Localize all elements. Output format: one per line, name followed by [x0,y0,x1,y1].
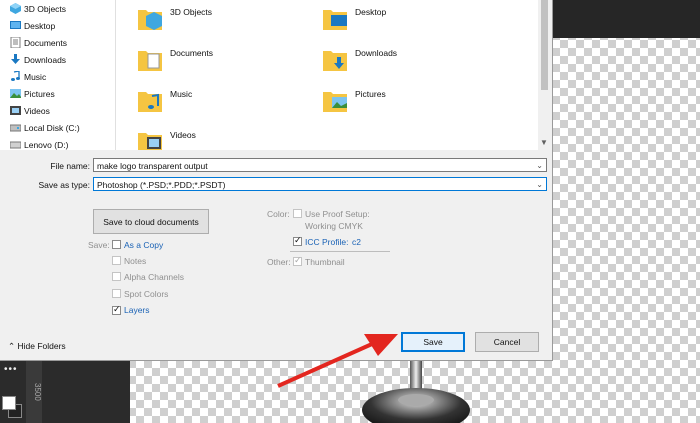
chevron-down-icon[interactable]: ⌄ [536,159,543,173]
pictures-folder-icon [323,92,347,112]
notes-checkbox[interactable] [112,256,121,265]
file-item-label: Pictures [355,89,386,99]
nav-item-lenovo-drive[interactable]: Lenovo (D:) [0,136,115,150]
file-item-label: Desktop [355,7,387,17]
save-as-dialog: 3D Objects Desktop Documents Downloads M… [0,0,553,361]
file-item-label: Downloads [355,48,398,58]
3d-objects-icon [10,3,21,14]
hide-folders-label: Hide Folders [17,341,66,351]
file-item-downloads[interactable]: Downloads [301,41,481,77]
file-item-label: Music [170,89,193,99]
desktop-icon [10,21,21,29]
icc-profile-checkbox[interactable] [293,235,302,246]
use-proof-setup-checkbox[interactable] [293,209,302,218]
file-name-label: File name: [50,161,90,171]
nav-item-documents[interactable]: Documents [0,34,115,51]
nav-item-local-disk[interactable]: Local Disk (C:) [0,119,115,136]
save-options-label: Save: [88,240,110,250]
nav-item-label: Desktop [24,20,56,31]
local-disk-icon [10,124,21,132]
3d-objects-folder-icon [138,10,162,30]
scroll-down-icon[interactable]: ▼ [540,138,548,147]
notes-label: Notes [124,256,147,266]
drive-icon [10,141,21,149]
more-tools-icon[interactable]: ••• [4,364,18,375]
scrollbar-thumb[interactable] [541,0,548,90]
nav-item-downloads[interactable]: Downloads [0,51,115,68]
file-item-videos[interactable]: Videos [116,123,296,150]
thumbnail-label: Thumbnail [305,257,345,267]
file-item-label: 3D Objects [170,7,213,17]
thumbnail-checkbox[interactable] [293,255,302,266]
nav-item-pictures[interactable]: Pictures [0,85,115,102]
other-options-label: Other: [267,257,291,267]
file-item-documents[interactable]: Documents [116,41,296,77]
use-proof-setup-label: Use Proof Setup: [305,209,370,219]
hide-folders-toggle[interactable]: ⌃ Hide Folders [8,341,66,352]
music-folder-icon [138,92,162,112]
cancel-button-label: Cancel [493,337,521,347]
file-item-pictures[interactable]: Pictures [301,82,481,118]
cancel-button[interactable]: Cancel [475,332,539,352]
working-cmyk-label: Working CMYK [305,221,363,231]
alpha-channels-label: Alpha Channels [124,272,185,282]
chevron-down-icon[interactable]: ⌄ [536,178,543,192]
icc-profile-value: c2 [352,237,361,247]
foreground-color-swatch[interactable] [2,396,16,410]
save-button-label: Save [423,337,443,347]
nav-item-label: Documents [24,37,67,48]
vertical-ruler: 3500 [26,360,42,423]
nav-item-desktop[interactable]: Desktop [0,17,115,34]
options-separator [290,251,390,252]
save-to-cloud-label: Save to cloud documents [103,216,199,227]
as-a-copy-label[interactable]: As a Copy [124,240,163,250]
chevron-up-icon: ⌃ [8,341,16,351]
music-icon [11,71,20,81]
pictures-icon [10,89,21,98]
photoshop-workspace-gap [42,360,130,423]
nav-item-music[interactable]: Music [0,68,115,85]
nav-item-label: Downloads [24,54,67,65]
save-to-cloud-button[interactable]: Save to cloud documents [93,209,209,234]
red-arrow-annotation [277,334,398,388]
desktop-folder-icon [323,10,347,30]
nav-item-label: Local Disk (C:) [24,122,80,133]
nav-item-label: 3D Objects [24,3,67,14]
videos-icon [10,106,21,115]
nav-item-label: Lenovo (D:) [24,139,69,150]
documents-icon [10,37,21,48]
file-name-input[interactable]: make logo transparent output ⌄ [93,158,547,172]
file-item-music[interactable]: Music [116,82,296,118]
videos-folder-icon [138,133,162,150]
nav-item-videos[interactable]: Videos [0,102,115,119]
navigation-pane: 3D Objects Desktop Documents Downloads M… [0,0,116,150]
file-item-label: Documents [170,48,213,58]
nav-item-3d-objects[interactable]: 3D Objects [0,0,115,17]
color-options-label: Color: [267,209,290,219]
icc-profile-label[interactable]: ICC Profile: [305,237,348,247]
file-name-value: make logo transparent output [97,161,208,171]
file-item-3d-objects[interactable]: 3D Objects [116,0,296,36]
layers-checkbox[interactable] [112,304,121,315]
file-item-label: Videos [170,130,196,140]
file-list-scrollbar[interactable]: ▼ [538,0,551,150]
spot-colors-label: Spot Colors [124,289,169,299]
as-a-copy-checkbox[interactable] [112,240,121,249]
alpha-channels-checkbox[interactable] [112,272,121,281]
nav-item-label: Music [24,71,47,82]
documents-folder-icon [138,51,162,71]
downloads-icon [11,54,20,64]
save-as-type-label: Save as type: [38,180,90,190]
save-as-type-select[interactable]: Photoshop (*.PSD;*.PDD;*.PSDT) ⌄ [93,177,547,191]
nav-item-label: Pictures [24,88,55,99]
nav-item-label: Videos [24,105,50,116]
file-item-desktop[interactable]: Desktop [301,0,481,36]
spot-colors-checkbox[interactable] [112,289,121,298]
save-as-type-value: Photoshop (*.PSD;*.PDD;*.PSDT) [97,180,226,190]
photoshop-panel-corner [550,0,700,38]
file-list-pane: 3D Objects Desktop Documents Downloads M… [116,0,538,150]
downloads-folder-icon [323,51,347,71]
layers-label[interactable]: Layers [124,305,150,315]
